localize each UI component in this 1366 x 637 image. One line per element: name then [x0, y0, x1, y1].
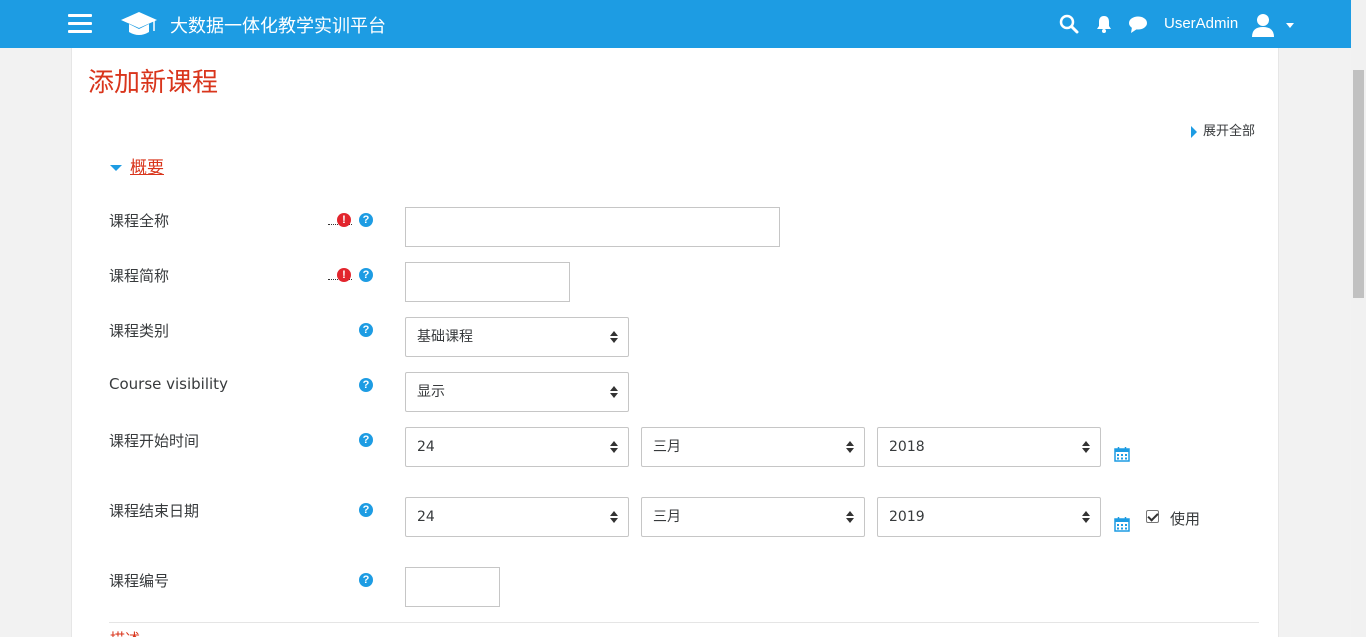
- enddate-enable-checkbox[interactable]: [1146, 510, 1159, 523]
- enddate-day-select[interactable]: 24: [405, 497, 629, 537]
- visibility-label: Course visibility: [109, 375, 228, 393]
- enddate-month-select[interactable]: 三月: [641, 497, 865, 537]
- select-arrows-icon: [1082, 441, 1090, 453]
- chat-icon[interactable]: [1128, 14, 1148, 34]
- user-avatar-icon[interactable]: [1251, 12, 1275, 38]
- section-divider: [109, 622, 1259, 623]
- top-navbar: 大数据一体化教学实训平台 UserAdmin: [0, 0, 1351, 48]
- select-arrows-icon: [1082, 511, 1090, 523]
- chevron-right-icon: [1191, 125, 1197, 138]
- category-label: 课程类别: [109, 322, 170, 340]
- calendar-icon[interactable]: [1114, 516, 1130, 532]
- fullname-label: 课程全称: [109, 212, 170, 230]
- select-arrows-icon: [610, 511, 618, 523]
- page-scrollbar[interactable]: [1351, 0, 1366, 637]
- help-icon[interactable]: ?: [359, 503, 373, 517]
- help-icon[interactable]: ?: [359, 323, 373, 337]
- section-general-toggle[interactable]: 概要: [110, 153, 164, 178]
- fullname-input[interactable]: [405, 207, 780, 247]
- username-link[interactable]: UserAdmin: [1164, 15, 1238, 32]
- expand-all-link[interactable]: 展开全部: [1191, 120, 1255, 139]
- menu-icon[interactable]: [68, 14, 92, 34]
- enddate-label: 课程结束日期: [109, 502, 200, 520]
- startdate-year-select[interactable]: 2018: [877, 427, 1101, 467]
- startdate-month-select[interactable]: 三月: [641, 427, 865, 467]
- help-icon[interactable]: ?: [359, 573, 373, 587]
- help-icon[interactable]: ?: [359, 268, 373, 282]
- caret-down-icon[interactable]: [1286, 23, 1294, 28]
- select-arrows-icon: [846, 511, 854, 523]
- required-icon: !: [337, 213, 351, 227]
- site-title[interactable]: 大数据一体化教学实训平台: [170, 12, 386, 38]
- select-arrows-icon: [610, 331, 618, 343]
- graduation-cap-icon: [121, 12, 157, 35]
- help-icon[interactable]: ?: [359, 213, 373, 227]
- enddate-year-select[interactable]: 2019: [877, 497, 1101, 537]
- required-icon: !: [337, 268, 351, 282]
- select-arrows-icon: [610, 386, 618, 398]
- visibility-select[interactable]: 显示: [405, 372, 629, 412]
- scrollbar-thumb[interactable]: [1353, 70, 1364, 298]
- idnumber-label: 课程编号: [109, 572, 170, 590]
- shortname-label: 课程简称: [109, 267, 170, 285]
- section-description-toggle[interactable]: 描述: [110, 628, 140, 637]
- calendar-icon[interactable]: [1114, 446, 1130, 462]
- select-arrows-icon: [846, 441, 854, 453]
- startdate-label: 课程开始时间: [109, 432, 200, 450]
- startdate-day-select[interactable]: 24: [405, 427, 629, 467]
- category-select[interactable]: 基础课程: [405, 317, 629, 357]
- page-title: 添加新课程: [88, 68, 219, 98]
- help-icon[interactable]: ?: [359, 378, 373, 392]
- search-icon[interactable]: [1059, 14, 1079, 34]
- shortname-input[interactable]: [405, 262, 570, 302]
- enddate-enable-label[interactable]: 使用: [1170, 508, 1200, 529]
- select-arrows-icon: [610, 441, 618, 453]
- chevron-down-icon: [110, 165, 122, 171]
- main-card: [71, 48, 1279, 637]
- help-icon[interactable]: ?: [359, 433, 373, 447]
- idnumber-input[interactable]: [405, 567, 500, 607]
- bell-icon[interactable]: [1094, 14, 1114, 34]
